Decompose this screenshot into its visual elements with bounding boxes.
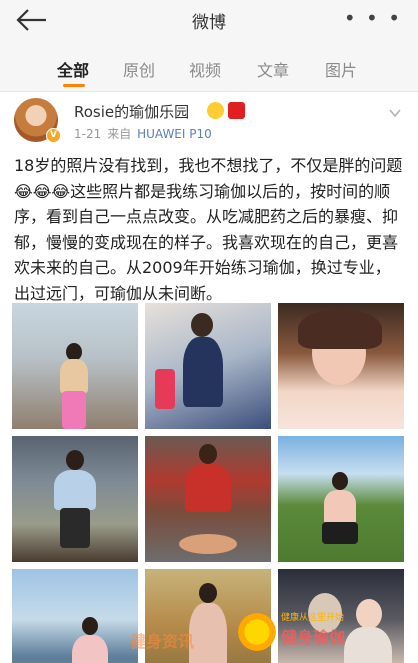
photo-3[interactable] (278, 303, 404, 429)
watermark-logo: 健康从这里开始 健身瑜伽 (235, 608, 405, 658)
post-meta: 1-21 来自 HUAWEI P10 (74, 125, 212, 142)
tab-bar: 全部 原创 视频 文章 图片 (0, 40, 418, 92)
watermark-tagline: 健康从这里开始 (281, 613, 345, 623)
tab-all[interactable]: 全部 (57, 57, 89, 81)
post-text: 18岁的照片没有找到，我也不想找了，不仅是胖的问题😂😂😂这些照片都是我练习瑜伽以… (14, 156, 403, 303)
more-dots-icon[interactable]: • • • (344, 6, 402, 30)
username[interactable]: Rosie的瑜伽乐园 (74, 101, 189, 122)
tab-video[interactable]: 视频 (189, 57, 221, 81)
photo-1[interactable] (12, 303, 138, 429)
watermark-left: 健身资讯 (130, 632, 195, 651)
active-tab-indicator (63, 84, 85, 87)
top-bar: 微博 • • • (0, 0, 418, 40)
source-device[interactable]: HUAWEI P10 (137, 127, 212, 141)
red-envelope-icon (228, 102, 245, 119)
chevron-down-icon[interactable] (388, 106, 402, 120)
photo-2[interactable] (145, 303, 271, 429)
post-date: 1-21 (74, 127, 102, 141)
photo-6[interactable] (278, 436, 404, 562)
photo-5[interactable] (145, 436, 271, 562)
watermark-sun-icon (235, 610, 279, 654)
source-prefix: 来自 (107, 127, 132, 141)
emoji-badge-icon (207, 102, 224, 119)
photo-4[interactable] (12, 436, 138, 562)
photo-7[interactable] (12, 569, 138, 663)
post-header: V Rosie的瑜伽乐园 1-21 来自 HUAWEI P10 (0, 92, 418, 148)
tab-article[interactable]: 文章 (257, 57, 289, 81)
tab-original[interactable]: 原创 (123, 57, 155, 81)
watermark-brand: 健身瑜伽 (281, 628, 346, 647)
tab-photos[interactable]: 图片 (325, 57, 357, 81)
verified-badge-icon: V (46, 128, 61, 143)
